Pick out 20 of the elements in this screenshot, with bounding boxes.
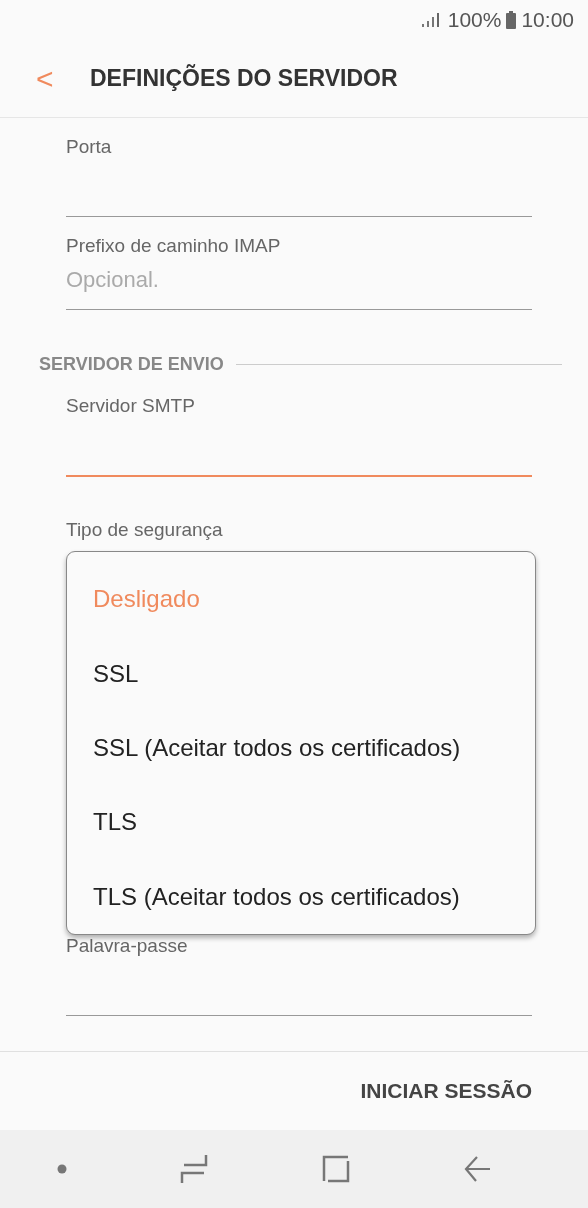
field-label: Porta xyxy=(66,136,113,158)
home-icon[interactable] xyxy=(321,1155,350,1183)
back-icon[interactable] xyxy=(463,1155,492,1183)
dot-icon xyxy=(56,1164,67,1174)
placeholder-text: Opcional. xyxy=(66,266,159,293)
menu-option[interactable]: SSL (Aceitar todos os certificados) xyxy=(67,710,535,786)
battery-icon xyxy=(506,11,517,29)
field-label: Palavra-passe xyxy=(66,935,189,957)
section-title: SERVIDOR DE ENVIO xyxy=(39,354,224,375)
field-label: Tipo de segurança xyxy=(66,519,223,540)
recent-apps-icon[interactable] xyxy=(180,1154,209,1184)
screen-title: DEFINIÇÕES DO SERVIDOR xyxy=(90,65,398,92)
menu-option[interactable]: TLS xyxy=(67,785,535,860)
battery-percent: 100% xyxy=(447,8,502,32)
menu-option[interactable]: SSL xyxy=(67,636,535,711)
login-button[interactable]: INICIAR SESSÃO xyxy=(360,1079,532,1103)
menu-option[interactable]: TLS (Aceitar todos os certificados) xyxy=(67,859,535,935)
field-label: Prefixo de caminho IMAP xyxy=(66,235,282,257)
clock: 10:00 xyxy=(521,8,574,32)
field-label: Servidor SMTP xyxy=(66,395,196,417)
